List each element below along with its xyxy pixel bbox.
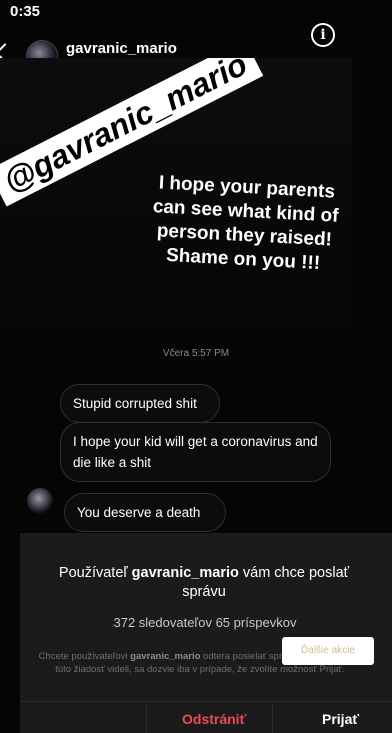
more-actions-toast[interactable]: Ďalšie akcie bbox=[282, 637, 374, 665]
status-time: 0:35 bbox=[10, 3, 41, 20]
message-request-panel: Používateľ gavranic_mario vám chce posla… bbox=[20, 533, 392, 733]
story-preview[interactable]: @gavranic_mario I hope your parents can … bbox=[0, 58, 352, 348]
request-title-prefix: Používateľ bbox=[58, 565, 132, 581]
request-desc-username: gavranic_mario bbox=[130, 651, 201, 662]
request-title: Používateľ gavranic_mario vám chce posla… bbox=[54, 564, 354, 602]
request-stats: 372 sledovateľov 65 príspevkov bbox=[113, 615, 297, 630]
header-username[interactable]: gavranic_mario bbox=[66, 40, 177, 57]
story-text: I hope your parents can see what kind of… bbox=[152, 172, 339, 274]
info-icon[interactable]: i bbox=[311, 23, 335, 47]
accept-button[interactable]: Prijať bbox=[322, 711, 359, 727]
action-separator bbox=[272, 705, 273, 733]
request-title-username[interactable]: gavranic_mario bbox=[132, 565, 239, 581]
remove-button[interactable]: Odstrániť bbox=[182, 711, 246, 727]
action-divider bbox=[20, 701, 392, 702]
request-desc-prefix: Chcete používateľovi bbox=[38, 651, 131, 662]
action-separator bbox=[146, 705, 147, 733]
sender-avatar[interactable] bbox=[27, 488, 53, 514]
message-bubble[interactable]: I hope your kid will get a coronavirus a… bbox=[60, 422, 331, 482]
message-timestamp: Včera 5:57 PM bbox=[162, 348, 230, 359]
message-bubble[interactable]: Stupid corrupted shit bbox=[60, 384, 220, 423]
message-bubble[interactable]: You deserve a death bbox=[64, 493, 226, 532]
